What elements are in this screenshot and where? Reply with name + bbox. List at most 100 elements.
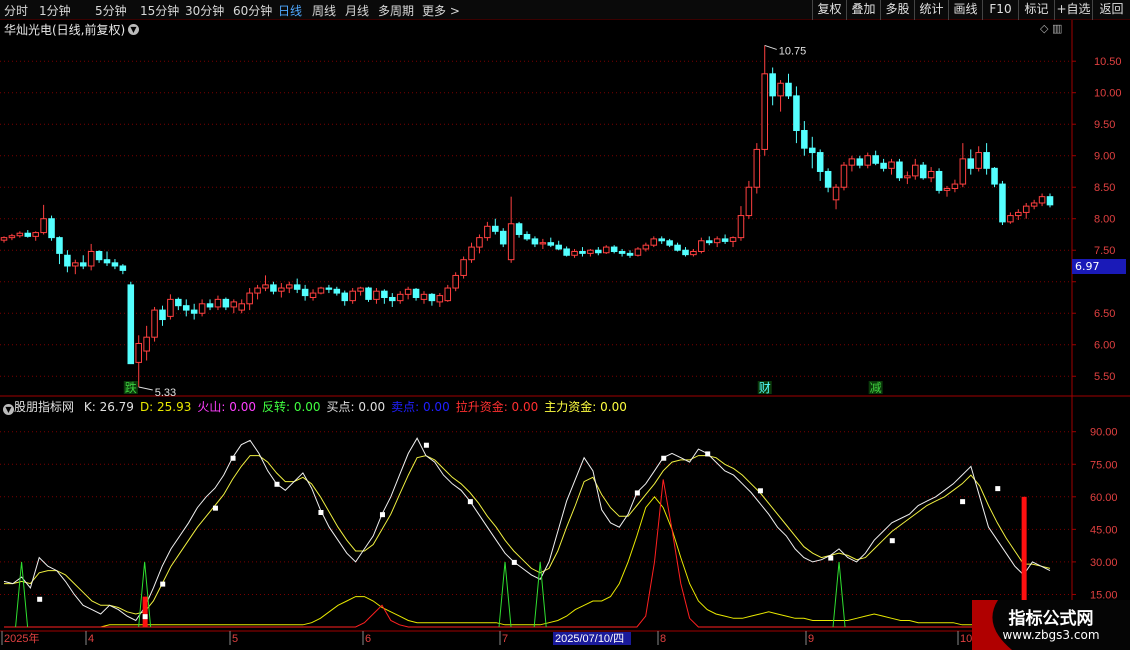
indicator-tick-label: 30.00 xyxy=(1090,557,1118,569)
candle-body xyxy=(412,288,420,298)
buy-point-marker xyxy=(634,490,640,496)
candle-body xyxy=(103,259,111,264)
candle-body xyxy=(793,95,800,132)
candle-body xyxy=(808,147,816,154)
candle-body xyxy=(595,249,602,254)
candle-body xyxy=(705,240,713,244)
current-price-label: 6.97 xyxy=(1072,259,1126,274)
candle-body xyxy=(856,158,864,166)
buy-point-marker xyxy=(142,614,148,620)
candle-body xyxy=(285,284,293,289)
date-label: 10 xyxy=(960,633,972,645)
candle-body xyxy=(357,287,364,292)
candle-body xyxy=(880,162,887,169)
candle-body xyxy=(531,238,539,245)
price-tick-label: 6.50 xyxy=(1094,308,1115,320)
candle-body xyxy=(254,287,261,294)
low-marker-line xyxy=(138,386,153,391)
candle-body xyxy=(270,284,277,292)
candle-body xyxy=(959,158,967,185)
candle-body xyxy=(135,342,142,363)
candle-body xyxy=(1022,205,1030,213)
price-tick-label: 9.00 xyxy=(1094,151,1115,163)
candle-body xyxy=(1046,196,1054,206)
candle-body xyxy=(919,164,927,179)
title-dropdown-icon[interactable]: ▼ xyxy=(128,24,139,35)
candle-body xyxy=(8,235,16,239)
buy-point-marker xyxy=(705,451,711,457)
signal-label: 财 xyxy=(759,381,771,395)
indicator-value: 反转: 0.00 xyxy=(261,400,321,414)
candle-body xyxy=(935,170,943,191)
candle-body xyxy=(864,155,872,166)
candle-body xyxy=(587,249,594,254)
candle-body xyxy=(785,82,792,97)
candle-body xyxy=(341,292,349,302)
candle-body xyxy=(143,336,150,352)
candle-body xyxy=(896,161,903,179)
candle-body xyxy=(301,288,309,297)
candle-body xyxy=(56,237,63,254)
candle-body xyxy=(309,292,317,298)
candlestick-series xyxy=(0,45,1054,387)
candle-body xyxy=(983,152,990,169)
buy-point-marker xyxy=(995,486,1001,492)
candle-body xyxy=(777,82,784,97)
candle-body xyxy=(72,262,79,267)
buy-point-marker xyxy=(318,509,324,515)
candle-body xyxy=(975,152,982,169)
candle-body xyxy=(943,187,951,191)
candle-body xyxy=(492,225,499,232)
candle-body xyxy=(650,238,658,246)
candle-body xyxy=(32,232,39,237)
buy-point-marker xyxy=(160,581,166,587)
buy-point-marker xyxy=(379,512,385,518)
indicator-dropdown-icon[interactable]: ▼ xyxy=(3,404,14,415)
candle-body xyxy=(824,170,832,188)
candle-body xyxy=(428,293,436,302)
watermark-url: www.zbgs3.com xyxy=(1002,628,1100,642)
candle-body xyxy=(460,259,467,276)
price-tick-label: 10.50 xyxy=(1094,56,1122,68)
candle-body xyxy=(579,250,586,254)
candle-body xyxy=(666,240,673,246)
candle-body xyxy=(816,152,824,172)
indicator-tick-label: 90.00 xyxy=(1090,427,1118,439)
candle-body xyxy=(444,287,452,302)
candle-body xyxy=(222,298,230,308)
cursor-date-label: 2025/07/10/四 xyxy=(555,633,624,645)
watermark-title: 指标公式网 xyxy=(1008,609,1094,629)
candle-body xyxy=(698,240,705,252)
candle-body xyxy=(602,246,610,254)
signal-label: 跌 xyxy=(125,380,137,395)
signal-label: 减 xyxy=(870,381,882,395)
indicator-value: K: 26.79 xyxy=(83,400,134,414)
candle-body xyxy=(127,284,135,365)
candle-body xyxy=(904,175,911,179)
candle-body xyxy=(769,73,776,97)
indicator-value: D: 25.93 xyxy=(139,400,192,414)
axes: 10.50 10.00 9.50 9.00 8.50 8.00 7.50 6.50 6.00 5.… xyxy=(0,20,1130,650)
candle-body xyxy=(618,250,626,254)
candle-body xyxy=(182,305,190,311)
candle-body xyxy=(848,158,856,166)
candle-body xyxy=(713,238,721,244)
candle-body xyxy=(87,250,95,267)
indicator-value: 卖点: 0.00 xyxy=(391,400,450,414)
candle-body xyxy=(634,248,642,256)
candle-body xyxy=(373,290,380,300)
pull-up-bar xyxy=(142,596,148,627)
candle-body xyxy=(674,244,681,251)
candle-body xyxy=(1038,196,1046,204)
stock-chart[interactable]: 10.50 10.00 9.50 9.00 8.50 8.00 7.50 6.50 6.00 5.… xyxy=(0,0,1130,650)
candle-body xyxy=(64,254,71,267)
date-label: 4 xyxy=(88,633,94,645)
candle-body xyxy=(753,148,761,188)
date-label: 5 xyxy=(232,633,238,645)
panel-tools-icon[interactable]: ◇ ▥ xyxy=(1040,22,1062,35)
candle-body xyxy=(761,73,769,150)
candle-body xyxy=(642,244,650,250)
candle-body xyxy=(396,293,404,302)
candle-body xyxy=(690,250,697,256)
candle-body xyxy=(246,292,253,305)
